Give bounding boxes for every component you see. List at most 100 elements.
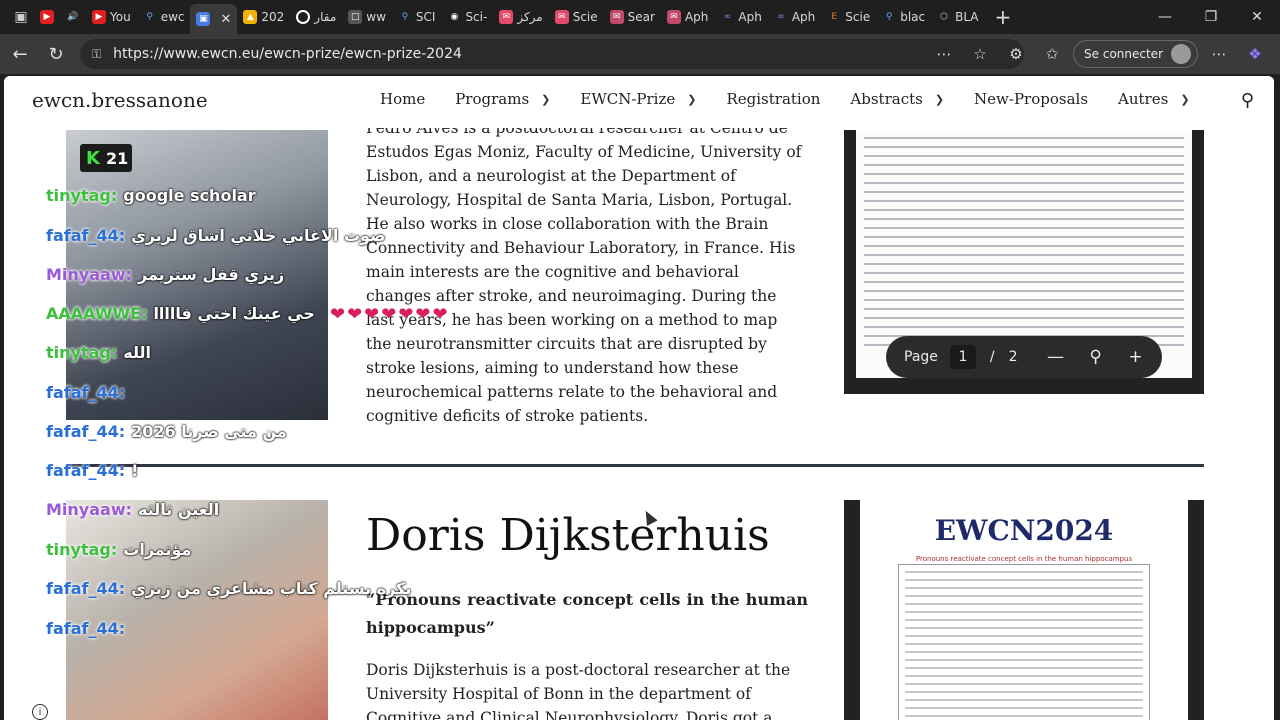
web-page: ewcn.bressanone Home Programs ❯ EWCN-Priz… bbox=[4, 76, 1274, 720]
chat-user: tinytag: bbox=[46, 343, 118, 362]
tab-14[interactable]: ∞ Aph bbox=[768, 4, 821, 30]
chat-message: fafaf_44: بكره بستلم كتاب مشاعري من زيزي bbox=[46, 579, 411, 598]
tab-active[interactable]: ▣ ✕ bbox=[190, 4, 238, 34]
search-favicon-icon: ⚲ bbox=[885, 12, 893, 22]
settings-menu-icon[interactable]: ⋯ bbox=[1204, 39, 1234, 69]
menu-item-autres[interactable]: Autres ❯ bbox=[1118, 90, 1190, 108]
tab-label: Aph bbox=[684, 10, 709, 24]
tab-7[interactable]: ⚲ SCI bbox=[392, 4, 442, 30]
menu-item-programs[interactable]: Programs ❯ bbox=[455, 90, 550, 108]
extensions-icon[interactable]: ⚙ bbox=[1001, 39, 1031, 69]
tab-15[interactable]: E Scie bbox=[821, 4, 876, 30]
minimize-icon[interactable]: — bbox=[1142, 0, 1188, 34]
tab-3[interactable]: ⚲ ewc bbox=[137, 4, 191, 30]
tab-4[interactable]: ▲ 202 bbox=[237, 4, 290, 30]
close-tab-icon[interactable]: ✕ bbox=[220, 12, 231, 27]
poster-page: EWCN2024 Pronouns reactivate concept cel… bbox=[860, 500, 1188, 720]
chat-message: fafaf_44: bbox=[46, 383, 131, 402]
page-separator: / bbox=[989, 349, 995, 365]
tab-label: 202 bbox=[261, 10, 285, 24]
zoom-out-icon[interactable]: — bbox=[1036, 347, 1076, 367]
chevron-down-icon[interactable]: ❯ bbox=[1180, 93, 1189, 106]
talk-title-2: “Pronouns reactivate concept cells in th… bbox=[366, 590, 808, 637]
heart-emotes: ❤❤❤❤❤❤❤ bbox=[330, 304, 450, 325]
menu-item-home[interactable]: Home bbox=[380, 90, 425, 108]
page-label: Page bbox=[904, 349, 938, 365]
tab-label: blac bbox=[900, 10, 926, 24]
chat-text: google scholar bbox=[123, 186, 256, 205]
info-icon[interactable]: i bbox=[32, 704, 48, 720]
chat-user: fafaf_44: bbox=[46, 383, 126, 402]
search-favicon-icon: ⚲ bbox=[401, 12, 409, 22]
chat-message: AAAAWWE: حي عينك اختي فااااا bbox=[46, 304, 315, 323]
chat-user: fafaf_44: bbox=[46, 579, 126, 598]
zoom-in-icon[interactable]: + bbox=[1116, 347, 1156, 367]
tab-label: مقار bbox=[314, 10, 337, 24]
chat-message: tinytag: الله bbox=[46, 343, 151, 362]
menu-label: Home bbox=[380, 90, 426, 108]
toolbar-right: ⋯ ☆ ⚙ ✩ Se connecter ⋯ ❖ bbox=[929, 38, 1270, 70]
page-number-input[interactable]: 1 bbox=[949, 345, 976, 369]
address-bar-row: ← ↻ ⚿ https://www.ewcn.eu/ewcn-prize/ewc… bbox=[0, 34, 1280, 74]
chevron-down-icon[interactable]: ❯ bbox=[687, 93, 696, 106]
mail-favicon-icon: ✉ bbox=[666, 10, 681, 24]
favorite-star-icon[interactable]: ☆ bbox=[965, 39, 995, 69]
zoom-icon[interactable]: ⚲ bbox=[1076, 347, 1116, 367]
favorites-icon[interactable]: ✩ bbox=[1037, 39, 1067, 69]
chevron-down-icon[interactable]: ❯ bbox=[935, 93, 944, 106]
tab-label: ewc bbox=[160, 10, 185, 24]
tab-label: BLA bbox=[955, 10, 979, 24]
tab-17[interactable]: ⬡ BLA bbox=[931, 4, 984, 30]
chevron-down-icon[interactable]: ❯ bbox=[541, 93, 550, 106]
circle-favicon-icon bbox=[296, 10, 311, 24]
youtube-favicon-icon: ▶ bbox=[40, 10, 54, 24]
restore-icon[interactable]: ❐ bbox=[1188, 0, 1234, 34]
poster-heading: EWCN2024 bbox=[934, 514, 1114, 547]
tab-8[interactable]: ◉ Sci- bbox=[441, 4, 493, 30]
close-window-icon[interactable]: ✕ bbox=[1234, 0, 1280, 34]
sign-in-button[interactable]: Se connecter bbox=[1073, 40, 1198, 68]
tab-6[interactable]: □ ww bbox=[342, 4, 392, 30]
tab-12[interactable]: ✉ Aph bbox=[661, 4, 714, 30]
copilot-icon[interactable]: ❖ bbox=[1240, 39, 1270, 69]
chat-message: fafaf_44:! bbox=[46, 461, 138, 480]
tab-2[interactable]: ▶ You bbox=[86, 4, 137, 30]
chat-message: tinytag: google scholar bbox=[46, 186, 256, 205]
menu-item-new-proposals[interactable]: New-Proposals bbox=[974, 90, 1088, 108]
tab-0[interactable]: ▶ bbox=[34, 4, 60, 30]
menu-item-ewcn-prize[interactable]: EWCN-Prize ❯ bbox=[580, 90, 696, 108]
new-tab-icon[interactable]: + bbox=[995, 5, 1012, 29]
tab-actions-icon[interactable]: ▣ bbox=[8, 6, 34, 28]
menu-item-registration[interactable]: Registration bbox=[726, 90, 820, 108]
menu-item-abstracts[interactable]: Abstracts ❯ bbox=[850, 90, 944, 108]
tab-9[interactable]: ✉ مركز bbox=[493, 4, 548, 30]
search-icon[interactable]: ⚲ bbox=[1241, 90, 1254, 111]
reload-icon[interactable]: ↻ bbox=[40, 38, 72, 70]
tab-10[interactable]: ✉ Scie bbox=[549, 4, 604, 30]
menu-label: EWCN-Prize bbox=[580, 90, 676, 108]
pdf-toolbar: Page 1 / 2 — ⚲ + bbox=[886, 336, 1162, 378]
chat-user: fafaf_44: bbox=[46, 226, 126, 245]
tab-16[interactable]: ⚲ blac bbox=[876, 4, 931, 30]
menu-label: Registration bbox=[726, 90, 821, 108]
url-field[interactable]: ⚿ https://www.ewcn.eu/ewcn-prize/ewcn-pr… bbox=[80, 39, 1024, 69]
tab-label: Scie bbox=[845, 10, 871, 24]
site-info-icon[interactable]: ⚿ bbox=[92, 47, 101, 62]
menu-label: New-Proposals bbox=[974, 90, 1089, 108]
back-icon[interactable]: ← bbox=[4, 38, 36, 70]
site-brand[interactable]: ewcn.bressanone bbox=[32, 88, 208, 112]
pdf-preview-2[interactable]: EWCN2024 Pronouns reactivate concept cel… bbox=[844, 500, 1204, 720]
tab-1[interactable]: 🔊 bbox=[60, 4, 86, 30]
tab-5[interactable]: مقار bbox=[290, 4, 342, 30]
tab-label: SCI bbox=[415, 10, 436, 24]
tab-label: Scie bbox=[572, 10, 598, 24]
tab-label: Sear bbox=[627, 10, 655, 24]
tab-11[interactable]: ✉ Sear bbox=[604, 4, 661, 30]
more-options-icon[interactable]: ⋯ bbox=[929, 39, 959, 69]
chat-user: Minyaaw: bbox=[46, 500, 132, 519]
viewer-count-badge: K 21 bbox=[80, 144, 132, 172]
tab-13[interactable]: ∞ Aph bbox=[714, 4, 767, 30]
speaker-name-2: Doris Dijksterhuis bbox=[366, 510, 770, 561]
chat-message: tinytag: مؤتمرات bbox=[46, 540, 191, 559]
tab-strip: ▶ 🔊 ▶ You ⚲ ewc ▣ ✕ ▲ 202 مقار □ ww ⚲ SCI ◉ Sci… bbox=[34, 0, 1011, 34]
